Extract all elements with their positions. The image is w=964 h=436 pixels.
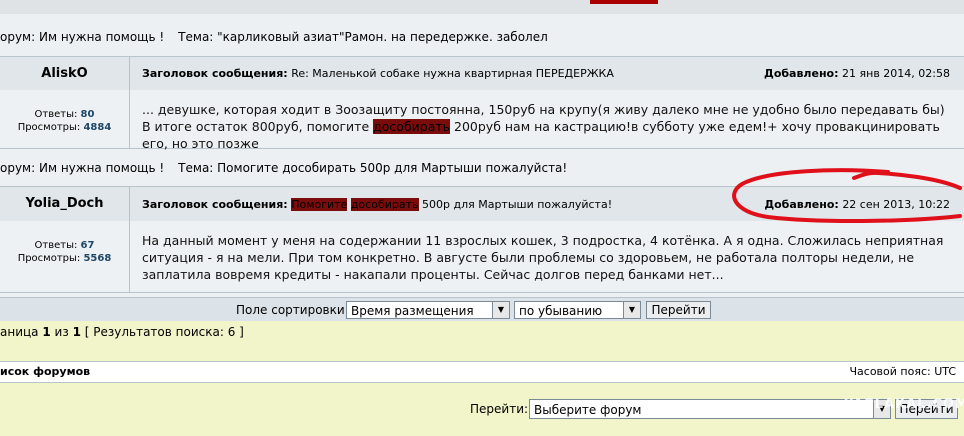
page-of: из xyxy=(54,325,69,339)
result-1-body-row: Ответы: 80 Просмотры: 4884 ... девушке, … xyxy=(0,90,964,152)
message-excerpt: ... девушке, которая ходит в Зоозащиту п… xyxy=(142,101,952,152)
pagination: аница 1 из 1 [ Результатов поиска: 6 ] xyxy=(0,325,244,339)
author-name[interactable]: AliskO xyxy=(0,57,130,90)
topic-stats: Ответы: 80 Просмотры: 4884 xyxy=(0,108,129,134)
forums-list-bar: исок форумов Часовой пояс: UTC xyxy=(0,361,964,383)
current-page: 1 xyxy=(42,325,51,339)
added-value: 21 янв 2014, 02:58 xyxy=(842,67,950,80)
replies-count: 80 xyxy=(80,109,95,120)
added-label: Добавлено: xyxy=(764,67,839,80)
subject-link[interactable]: Re: Маленькой собаке нужна квартирная ПЕ… xyxy=(291,67,614,80)
sort-go-button[interactable]: Перейти xyxy=(646,301,711,319)
subject-label: Заголовок сообщения: xyxy=(142,198,288,211)
message-excerpt: На данный момент у меня на содержании 11… xyxy=(142,233,944,282)
jump-forum-select[interactable]: Выберите форум ▼ xyxy=(529,399,891,419)
views-count: 5568 xyxy=(83,253,112,264)
replies-count: 67 xyxy=(80,240,95,251)
topic-link[interactable]: Тема: Помогите дособирать 500р для Марты… xyxy=(178,161,567,175)
total-pages: 1 xyxy=(72,325,81,339)
replies-label: Ответы: xyxy=(34,240,78,251)
watermark-logo: YAPLAKAL.COM xyxy=(844,397,964,412)
result-1-header: орум: Им нужна помощь ! Тема: "карликовый… xyxy=(0,30,548,44)
topic-stats: Ответы: 67 Просмотры: 5568 xyxy=(0,239,129,265)
jump-forum-value: Выберите форум xyxy=(534,403,642,417)
jump-label: Перейти: xyxy=(470,402,529,416)
author-name[interactable]: Yolia_Doch xyxy=(0,187,130,221)
previous-result-edge xyxy=(0,0,964,14)
annotation-circle xyxy=(732,168,962,224)
forum-link[interactable]: орум: Им нужна помощь ! xyxy=(0,30,164,44)
replies-label: Ответы: xyxy=(34,109,78,120)
chevron-down-icon[interactable]: ▼ xyxy=(492,302,509,318)
sort-order-value: по убыванию xyxy=(519,304,603,318)
timezone-label: Часовой пояс: UTC xyxy=(849,365,956,378)
forums-list-link[interactable]: исок форумов xyxy=(0,365,90,378)
sort-field-value: Время размещения xyxy=(351,304,474,318)
sort-bar: Поле сортировки: Время размещения ▼ по у… xyxy=(0,297,964,321)
message-subject: Заголовок сообщения: Помогите дособирать… xyxy=(142,198,612,211)
search-highlight: дособирать xyxy=(373,119,451,134)
views-label: Просмотры: xyxy=(17,253,81,264)
results-count: [ Результатов поиска: 6 ] xyxy=(84,325,244,339)
subject-link[interactable]: 500р для Мартыши пожалуйста! xyxy=(419,198,612,211)
sort-label: Поле сортировки: xyxy=(236,303,349,317)
result-2-body-row: Ответы: 67 Просмотры: 5568 На данный мом… xyxy=(0,221,964,293)
subject-label: Заголовок сообщения: xyxy=(142,67,288,80)
post-date: Добавлено: 21 янв 2014, 02:58 xyxy=(764,67,950,80)
result-2-header: орум: Им нужна помощь ! Тема: Помогите до… xyxy=(0,161,567,175)
search-highlight[interactable]: Помогите xyxy=(291,198,348,211)
highlight-fragment xyxy=(590,0,658,4)
views-label: Просмотры: xyxy=(17,122,81,133)
message-subject: Заголовок сообщения: Re: Маленькой собак… xyxy=(142,67,614,80)
sort-field-select[interactable]: Время размещения ▼ xyxy=(346,301,510,319)
views-count: 4884 xyxy=(83,122,112,133)
forum-link[interactable]: орум: Им нужна помощь ! xyxy=(0,161,164,175)
result-1-title-row: AliskO Заголовок сообщения: Re: Маленько… xyxy=(0,56,964,91)
search-highlight[interactable]: дособирать xyxy=(350,198,419,211)
page-prefix: аница xyxy=(0,325,39,339)
chevron-down-icon[interactable]: ▼ xyxy=(623,302,640,318)
topic-link[interactable]: Тема: "карликовый азиат"Рамон. на переде… xyxy=(178,30,548,44)
sort-order-select[interactable]: по убыванию ▼ xyxy=(514,301,641,319)
